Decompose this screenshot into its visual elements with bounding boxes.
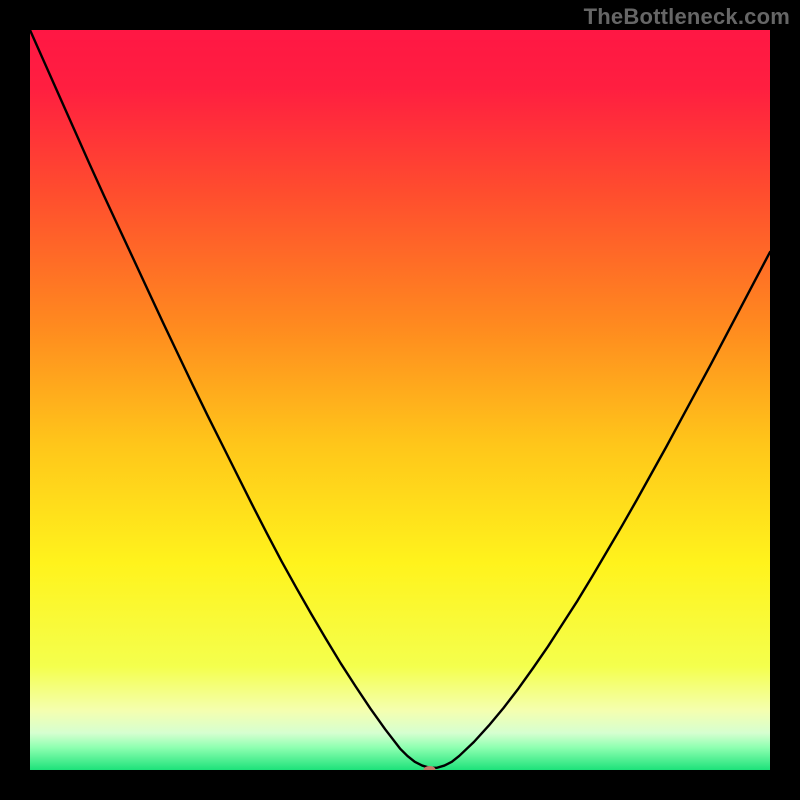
plot-area bbox=[30, 30, 770, 770]
chart-container: TheBottleneck.com bbox=[0, 0, 800, 800]
gradient-background bbox=[30, 30, 770, 770]
watermark-label: TheBottleneck.com bbox=[584, 4, 790, 30]
chart-svg bbox=[30, 30, 770, 770]
